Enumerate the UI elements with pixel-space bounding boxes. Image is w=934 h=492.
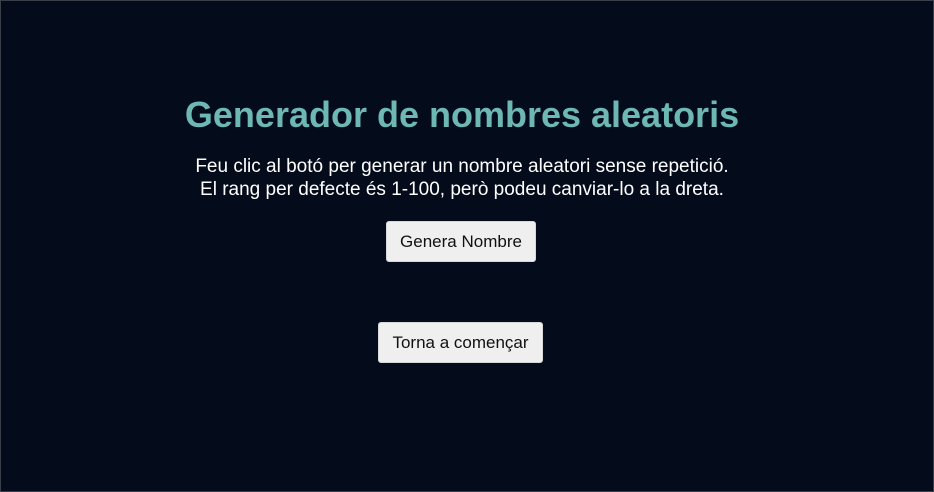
page-title: Generador de nombres aleatoris — [184, 94, 740, 135]
instructions-line-2: El rang per defecte és 1-100, però podeu… — [200, 179, 724, 200]
app-page: Generador de nombres aleatoris Feu clic … — [0, 0, 934, 492]
instructions: Feu clic al botó per generar un nombre a… — [1, 155, 923, 201]
generate-number-button[interactable]: Genera Nombre — [386, 221, 536, 262]
restart-button[interactable]: Torna a començar — [378, 322, 543, 363]
instructions-line-1: Feu clic al botó per generar un nombre a… — [195, 156, 729, 177]
